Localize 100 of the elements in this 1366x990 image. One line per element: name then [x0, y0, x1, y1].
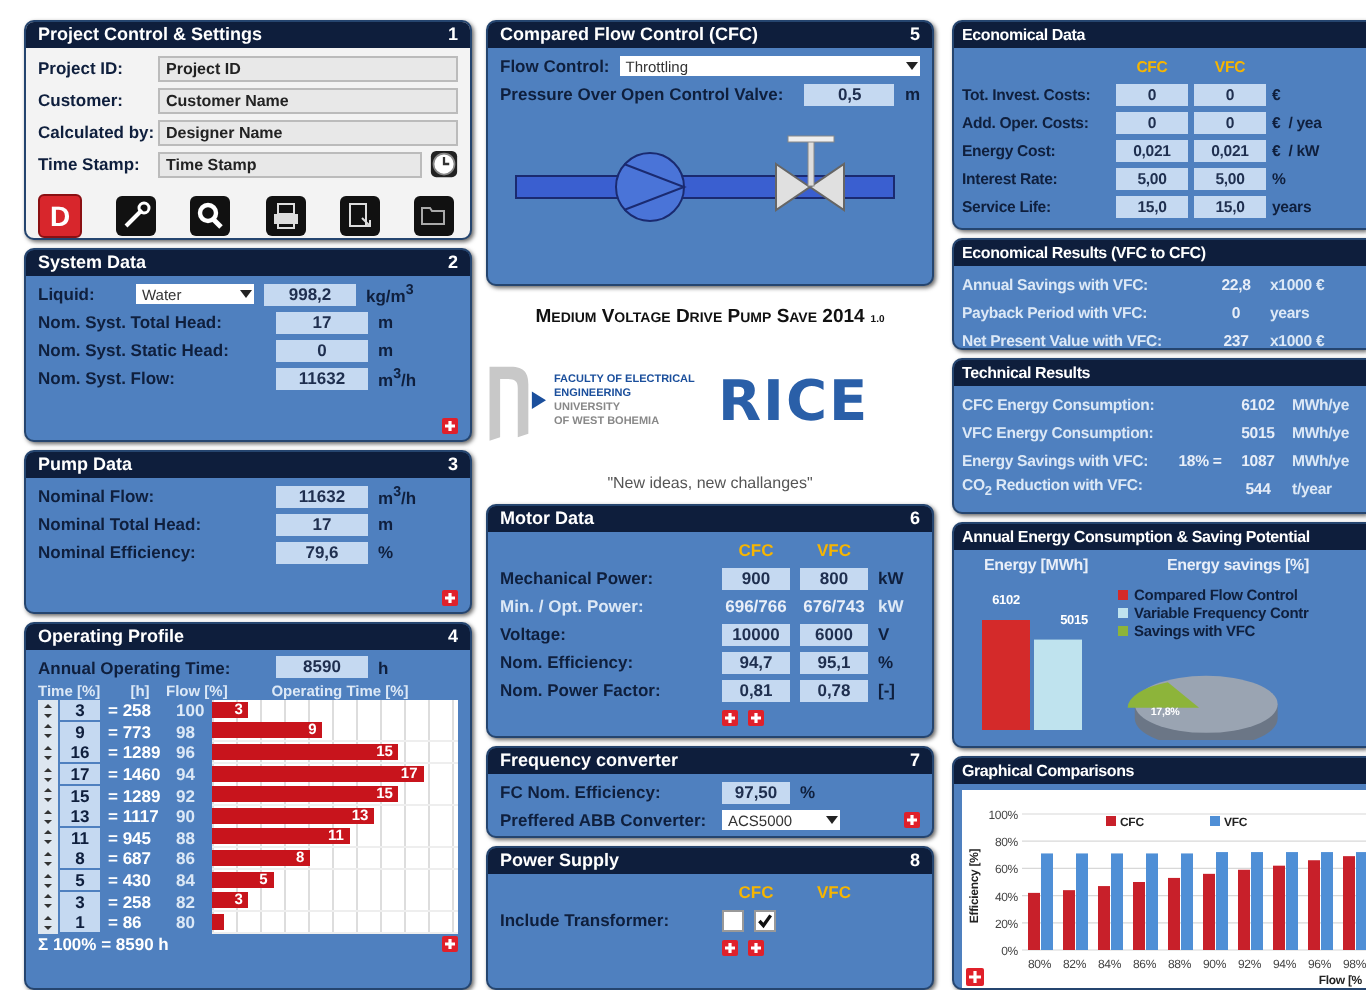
value-field[interactable]: 9: [60, 721, 100, 742]
value-field[interactable]: 8: [60, 848, 100, 869]
value-field[interactable]: 95,1: [800, 651, 868, 673]
panel-title: Annual Energy Consumption & Saving Potential: [962, 526, 1310, 548]
hours-text: = 86: [106, 912, 144, 933]
unit-label: [-]: [878, 680, 895, 700]
text-field[interactable]: Customer Name: [158, 87, 458, 113]
panel-number: 2: [447, 252, 458, 274]
value-field[interactable]: 79,6: [276, 541, 368, 563]
unit-label: m: [378, 312, 394, 332]
add-icon[interactable]: [442, 418, 458, 434]
printer-icon[interactable]: [265, 196, 306, 236]
value-field[interactable]: 0,81: [722, 679, 790, 701]
value-field[interactable]: 900: [722, 567, 790, 589]
value-field[interactable]: 94,7: [722, 651, 790, 673]
caret-icon: [824, 812, 840, 828]
flow-text: 86: [176, 848, 197, 869]
wrench-icon[interactable]: [116, 196, 157, 236]
value-field[interactable]: 0,5: [804, 83, 895, 105]
panel-title: Compared Flow Control (CFC): [500, 24, 758, 46]
value-field[interactable]: 10000: [722, 623, 790, 645]
panel-number: 8: [909, 850, 920, 872]
add-icon[interactable]: [442, 936, 458, 953]
flow-text: 84: [176, 870, 197, 891]
panel-title: Pump Data: [38, 454, 133, 476]
value-field[interactable]: 3: [60, 891, 100, 912]
flow-text: 96: [176, 742, 197, 763]
panel-title: Power Supply: [500, 850, 620, 872]
chart-title: Energy [MWh]: [984, 556, 1088, 574]
add-icon[interactable]: [722, 940, 738, 956]
value-field[interactable]: 11: [60, 827, 100, 848]
value-field[interactable]: 11632: [276, 367, 368, 389]
value-field[interactable]: 17: [60, 764, 100, 785]
value-field[interactable]: 5: [60, 870, 100, 891]
field-label: Liquid:: [38, 284, 97, 304]
save-icon[interactable]: [339, 196, 380, 236]
caret-icon: [904, 58, 920, 74]
folder-icon[interactable]: [413, 196, 454, 236]
unit-label: m$^{3}$/h: [378, 484, 417, 508]
value-field[interactable]: 998,2: [264, 283, 356, 305]
field-label: Preffered ABB Converter:: [500, 810, 709, 830]
unit-label: V: [878, 624, 890, 644]
flow-text: 100: [176, 700, 207, 721]
chart-title: Energy savings [%]: [1166, 556, 1310, 574]
value-field[interactable]: 17: [276, 311, 368, 333]
field-label: FC Nom. Efficiency:: [500, 782, 663, 802]
add-icon[interactable]: [442, 590, 458, 606]
value-field[interactable]: 13: [60, 806, 100, 827]
legend-swatch: [1106, 816, 1116, 826]
value-field[interactable]: 1: [60, 912, 100, 933]
spinner-icon[interactable]: [38, 699, 58, 722]
value-field[interactable]: 3: [60, 700, 100, 721]
unit-label: %: [800, 782, 816, 802]
spinner-icon[interactable]: [38, 911, 58, 934]
panel-title: Economical Results (VFC to CFC): [962, 242, 1206, 264]
unit-label: %: [878, 652, 894, 672]
value-field[interactable]: 800: [800, 567, 868, 589]
app-title: Medium Voltage Drive Pump Save 2014: [535, 306, 865, 328]
value-field[interactable]: 16: [60, 742, 100, 763]
flow-text: 98: [176, 721, 197, 742]
hours-text: = 773: [106, 721, 154, 742]
hours-text: = 687: [106, 848, 154, 869]
checkbox[interactable]: [722, 909, 744, 931]
value-field[interactable]: 0: [276, 339, 368, 361]
search-icon[interactable]: [190, 196, 231, 236]
checkbox[interactable]: [754, 909, 776, 931]
university-logo-icon: [486, 361, 546, 441]
value-field[interactable]: 97,50: [722, 781, 790, 803]
field-label: Include Transformer:: [500, 910, 672, 930]
panel-title: Operating Profile: [38, 626, 185, 648]
text-field[interactable]: Designer Name: [158, 119, 458, 145]
field-label: Nominal Efficiency:: [38, 542, 198, 562]
field-label: Calculated by:: [38, 122, 150, 142]
panel-number: 7: [909, 750, 920, 772]
value-text: 696/766: [723, 596, 789, 616]
value-field[interactable]: 6000: [800, 623, 868, 645]
text-field[interactable]: Time Stamp: [158, 151, 422, 177]
clock-icon[interactable]: [430, 150, 458, 178]
field-label: Pressure Over Open Control Valve:: [500, 84, 786, 104]
value-field[interactable]: 17: [276, 513, 368, 535]
unit-label: %: [378, 542, 394, 562]
add-icon[interactable]: [722, 710, 738, 726]
value-field[interactable]: 15: [60, 785, 100, 806]
add-icon[interactable]: [966, 968, 984, 986]
panel-title: Economical Data: [962, 24, 1085, 46]
value-field[interactable]: 11632: [276, 485, 368, 507]
flow-text: 90: [176, 806, 197, 827]
panel-title: Project Control & Settings: [38, 24, 263, 46]
unit-label: m: [378, 340, 394, 360]
d-button[interactable]: D: [38, 194, 82, 238]
value-field[interactable]: 8590: [276, 656, 368, 678]
panel-title: Graphical Comparisons: [962, 760, 1135, 782]
hours-text: = 258: [106, 700, 154, 721]
add-icon[interactable]: [748, 940, 764, 956]
add-icon[interactable]: [748, 710, 764, 726]
field-label: Time Stamp:: [38, 154, 142, 174]
value-field[interactable]: 0,78: [800, 679, 868, 701]
text-field[interactable]: Project ID: [158, 55, 458, 81]
add-icon[interactable]: [904, 812, 920, 828]
flow-text: 88: [176, 827, 197, 848]
